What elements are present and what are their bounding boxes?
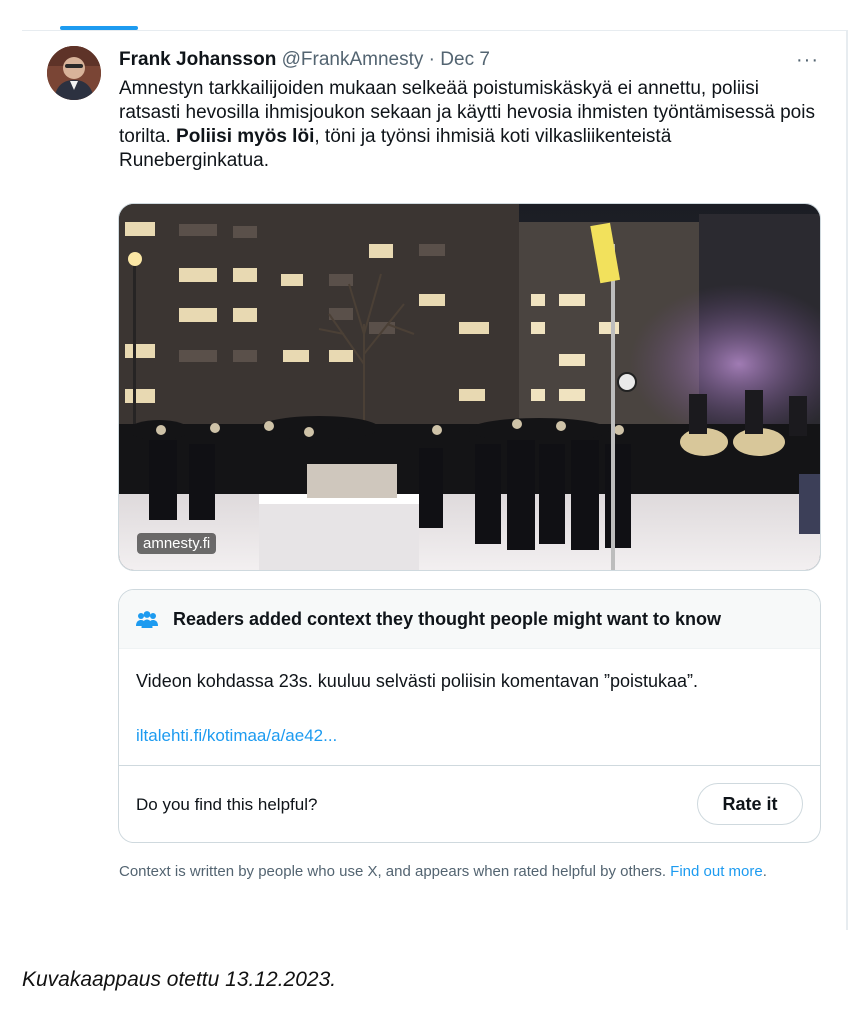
context-footer: Context is written by people who use X, … bbox=[119, 861, 819, 882]
helpful-question: Do you find this helpful? bbox=[136, 795, 318, 814]
rate-it-button[interactable]: Rate it bbox=[697, 783, 803, 825]
community-note-title: Readers added context they thought peopl… bbox=[173, 609, 722, 629]
community-note-source-link[interactable]: iltalehti.fi/kotimaa/a/ae42... bbox=[136, 726, 337, 746]
tab-indicator bbox=[60, 26, 138, 30]
community-note-header: Readers added context they thought peopl… bbox=[119, 590, 820, 649]
find-out-more-link[interactable]: Find out more bbox=[670, 863, 763, 880]
media-source-label: amnesty.fi bbox=[137, 533, 217, 554]
community-note-card: Readers added context they thought peopl… bbox=[118, 589, 821, 843]
tweet-date[interactable]: Dec 7 bbox=[440, 49, 490, 70]
top-divider bbox=[22, 30, 846, 31]
context-footer-text: Context is written by people who use X, … bbox=[119, 863, 671, 880]
tweet-header: Frank Johansson @FrankAmnesty · Dec 7 bbox=[119, 48, 490, 72]
people-group-icon bbox=[135, 610, 159, 630]
tweet-text: Amnestyn tarkkailijoiden mukaan selkeää … bbox=[119, 77, 819, 173]
screenshot-caption: Kuvakaappaus otettu 13.12.2023. bbox=[22, 968, 337, 991]
tweet-text-bold: Poliisi myös löi bbox=[176, 126, 315, 147]
header-separator: · bbox=[428, 49, 435, 70]
context-footer-end: . bbox=[762, 863, 767, 880]
author-handle[interactable]: @FrankAmnesty bbox=[282, 49, 424, 70]
tweet-screenshot: Frank Johansson @FrankAmnesty · Dec 7 ··… bbox=[0, 0, 854, 930]
community-note-body: Videon kohdassa 23s. kuuluu selvästi pol… bbox=[136, 671, 698, 691]
community-note-divider bbox=[119, 765, 820, 766]
avatar[interactable] bbox=[47, 46, 101, 100]
tweet-media-image[interactable]: amnesty.fi bbox=[118, 203, 821, 571]
more-options-icon[interactable]: ··· bbox=[796, 48, 819, 72]
right-divider bbox=[846, 30, 848, 930]
author-name[interactable]: Frank Johansson bbox=[119, 49, 276, 70]
